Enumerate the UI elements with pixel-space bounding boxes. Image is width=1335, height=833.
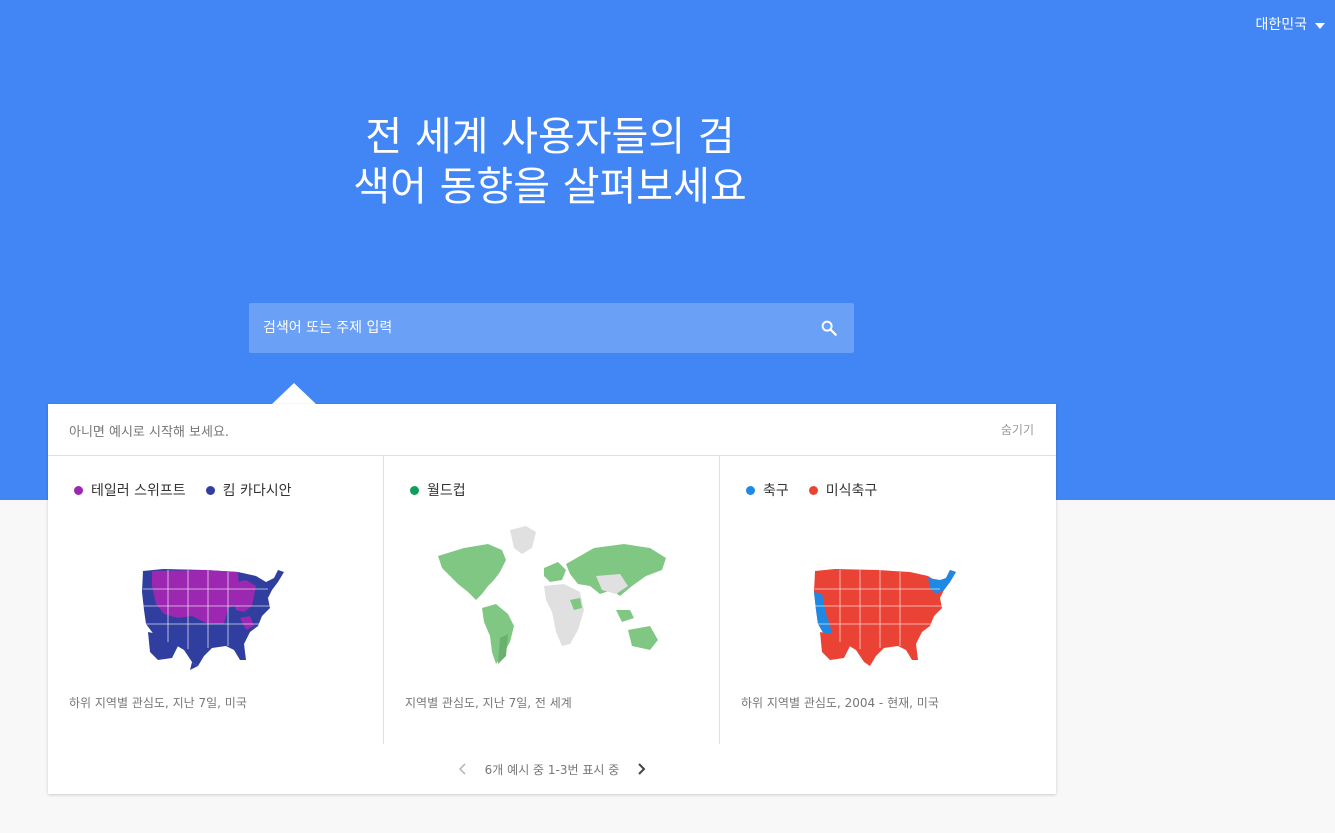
examples-panel: 아니면 예시로 시작해 보세요. 숨기기 테일러 스위프트 킴 카다시안 하위 …: [48, 404, 1056, 794]
legend-item: 테일러 스위프트: [74, 480, 186, 500]
legend-dot: [410, 485, 419, 495]
card-caption: 하위 지역별 관심도, 지난 7일, 미국: [69, 696, 247, 710]
card-caption: 지역별 관심도, 지난 7일, 전 세계: [405, 696, 572, 710]
legend-dot: [205, 485, 215, 495]
panel-pointer: [272, 383, 316, 404]
pager-status: 6개 예시 중 1-3번 표시 중: [484, 762, 620, 777]
search-icon[interactable]: [820, 319, 838, 337]
legend-label: 축구: [763, 483, 789, 499]
legend-dot: [74, 485, 83, 495]
search-box: [249, 303, 854, 353]
example-card[interactable]: 테일러 스위프트 킴 카다시안 하위 지역별 관심도, 지난 7일, 미국: [48, 456, 384, 744]
legend-item: 월드컵: [410, 480, 466, 500]
chevron-left-icon[interactable]: [455, 761, 471, 777]
legend-label: 킴 카다시안: [222, 483, 292, 499]
example-card[interactable]: 월드컵 지역별 관심도, 지난 7일, 전 세계: [384, 456, 720, 744]
card-legend: 축구 미식축구: [746, 480, 877, 500]
example-cards: 테일러 스위프트 킴 카다시안 하위 지역별 관심도, 지난 7일, 미국 월드…: [48, 456, 1056, 744]
world-map-image: [438, 526, 666, 664]
us-map-image: [814, 569, 956, 666]
legend-dot: [808, 485, 818, 495]
chevron-right-icon[interactable]: [633, 761, 649, 777]
caret-down-icon: [1315, 22, 1325, 29]
hide-examples-link[interactable]: 숨기기: [1001, 421, 1034, 438]
examples-pager: 6개 예시 중 1-3번 표시 중: [48, 744, 1056, 794]
card-legend: 월드컵: [410, 480, 466, 500]
legend-label: 미식축구: [825, 483, 878, 499]
card-caption: 하위 지역별 관심도, 2004 - 현재, 미국: [741, 696, 939, 710]
us-map-image: [142, 569, 284, 670]
legend-dot: [746, 485, 755, 495]
search-input[interactable]: [249, 303, 809, 353]
page-title: 전 세계 사용자들의 검색어 동향을 살펴보세요: [353, 114, 747, 210]
examples-intro: 아니면 예시로 시작해 보세요.: [69, 425, 230, 440]
example-card[interactable]: 축구 미식축구 하위 지역별 관심도, 2004 - 현재, 미국: [720, 456, 1055, 744]
card-legend: 테일러 스위프트 킴 카다시안: [74, 480, 291, 500]
region-selector[interactable]: 대한민국: [1255, 14, 1325, 34]
legend-item: 축구: [746, 480, 789, 500]
region-label: 대한민국: [1255, 17, 1307, 33]
legend-label: 테일러 스위프트: [91, 483, 186, 499]
examples-header: 아니면 예시로 시작해 보세요. 숨기기: [48, 404, 1056, 456]
legend-item: 미식축구: [808, 480, 878, 500]
legend-label: 월드컵: [427, 483, 466, 499]
legend-item: 킴 카다시안: [205, 480, 292, 500]
